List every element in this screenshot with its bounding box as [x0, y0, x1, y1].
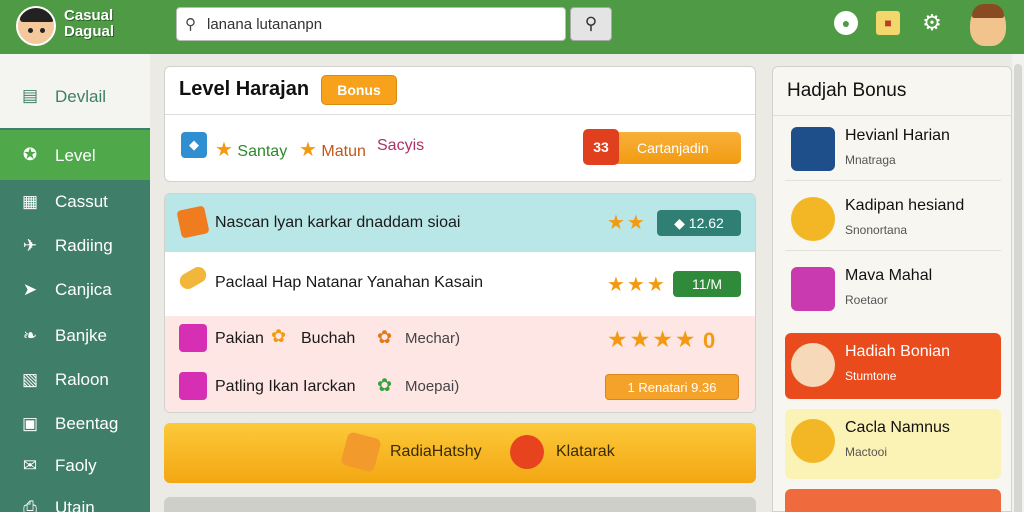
bag-icon: ▣	[21, 414, 39, 433]
gift-box-icon	[179, 372, 207, 400]
list-item[interactable]: Patling Ikan Iarckan ✿ Moepai) 1 Renatar…	[165, 364, 755, 412]
level-panel: Level Harajan Bonus ◆ ★ Santay ★ Matun S…	[164, 66, 756, 182]
chart-icon: ▦	[21, 192, 39, 211]
tag-santay[interactable]: ★ Santay	[215, 137, 287, 162]
sidebar-item-raloon[interactable]: ▧ Raloon	[0, 358, 150, 402]
star-badge-icon: ✪	[22, 145, 38, 164]
reward-item-highlight[interactable]: Hadiah Bonian Stumtone	[785, 333, 1001, 399]
clover-icon: ✿	[377, 375, 393, 395]
search-box: ⚲	[176, 7, 566, 41]
score-value: 0	[703, 328, 716, 353]
logo-avatar-icon[interactable]	[16, 6, 56, 46]
sidebar-item-devlail[interactable]: ▤ Devlail	[0, 54, 150, 128]
gear-icon[interactable]: ⚙	[920, 11, 944, 35]
rating-stars: ★★★	[607, 274, 667, 296]
top-bar: Casual Dagual ⚲ ⚲ ● ■ ⚙	[0, 0, 1024, 54]
scrollbar-thumb[interactable]	[1014, 64, 1022, 512]
search-icon: ⚲	[185, 16, 196, 33]
plane-icon: ✈	[22, 236, 38, 255]
star-icon: ★	[215, 139, 233, 161]
sidebar: ▤ Devlail ✪ Level ▦ Cassut ✈ Radiing ➤ C…	[0, 54, 150, 512]
scrollbar[interactable]	[1012, 54, 1024, 512]
search-button[interactable]: ⚲	[570, 7, 612, 41]
divider	[165, 114, 755, 115]
magnifier-icon: ⚲	[584, 14, 598, 33]
sidebar-item-faoly[interactable]: ✉ Faoly	[0, 444, 150, 488]
cta-icon: 33	[583, 129, 619, 165]
reward-item[interactable]: Cacla Namnus Mactooi	[785, 409, 1001, 479]
bonus-button[interactable]: Bonus	[321, 75, 397, 105]
coin-stack-icon	[510, 435, 544, 469]
calendar-icon	[791, 127, 835, 171]
klatarak-button[interactable]: Klatarak	[556, 443, 615, 461]
sidebar-item-utain[interactable]: ⎙ Utain	[0, 486, 150, 512]
gift-box-icon	[791, 267, 835, 311]
value-pill: ◆ 12.62	[657, 210, 741, 236]
bonus-panel: Hadjah Bonus Hevianl Harian Mnatraga Kad…	[772, 66, 1013, 512]
reward-item[interactable]: Hevianl Harian Mnatraga	[785, 117, 1001, 181]
book-icon: ▤	[21, 86, 39, 105]
list-item[interactable]: Pakian ✿ Buchah ✿ Mechar) ★★★★ 0	[165, 316, 755, 364]
mail-icon: ✉	[22, 456, 38, 475]
character-icon	[791, 343, 835, 387]
coin-stack-icon	[791, 197, 835, 241]
tag-matun[interactable]: ★ Matun	[299, 137, 366, 162]
user-avatar[interactable]	[970, 4, 1006, 46]
star-icon: ★	[299, 139, 317, 161]
coin-stack-icon	[791, 419, 835, 463]
list-item[interactable]: Paclaal Hap Natanar Yanahan Kasain ★★★ 1…	[165, 252, 755, 316]
printer-icon: ⎙	[23, 498, 37, 512]
value-pill: 11/M	[673, 271, 741, 297]
list-item[interactable]: Nascan lyan karkar dnaddam sioai ★★ ◆ 12…	[165, 194, 755, 252]
notification-icon[interactable]: ●	[834, 11, 858, 35]
reward-item[interactable]: Kadipan hesiand Snonortana	[785, 187, 1001, 251]
app-logo-text[interactable]: Casual Dagual	[64, 8, 144, 40]
rocket-icon: ➤	[22, 280, 38, 299]
bottom-panel	[164, 497, 756, 512]
reward-pill[interactable]: 1 Renatari 9.36	[605, 374, 739, 400]
leaf-icon: ❧	[22, 326, 38, 345]
flower-icon: ✿	[377, 327, 393, 347]
sidebar-item-beentag[interactable]: ▣ Beentag	[0, 402, 150, 446]
rating-stars: ★★★★	[607, 326, 698, 352]
sidebar-item-cassut[interactable]: ▦ Cassut	[0, 180, 150, 224]
message-icon[interactable]: ■	[876, 11, 900, 35]
quest-list-panel: Nascan lyan karkar dnaddam sioai ★★ ◆ 12…	[164, 193, 756, 413]
bread-icon	[176, 264, 210, 292]
rating-stars: ★★	[607, 212, 647, 234]
cartanjadin-button[interactable]: 33 Cartanjadin	[583, 129, 741, 165]
radiahatshy-button[interactable]: RadiaHatshy	[390, 443, 482, 461]
reward-item[interactable]: Mava Mahal Roetaor	[785, 257, 1001, 321]
map-icon: ▧	[21, 370, 39, 389]
reward-item-partial[interactable]	[785, 489, 1001, 512]
bow-icon: ✿	[271, 326, 287, 346]
search-input[interactable]	[207, 13, 557, 35]
level-panel-title: Level Harajan	[179, 78, 310, 100]
cube-icon: ◆	[181, 132, 207, 158]
bonus-panel-title: Hadjah Bonus	[787, 80, 907, 101]
action-bar: RadiaHatshy Klatarak	[164, 423, 756, 483]
tag-sacyis[interactable]: Sacyis	[377, 137, 424, 155]
sidebar-item-radiing[interactable]: ✈ Radiing	[0, 224, 150, 268]
divider	[773, 115, 1013, 116]
gift-box-icon	[179, 324, 207, 352]
sidebar-item-canjica[interactable]: ➤ Canjica	[0, 268, 150, 312]
sidebar-item-level[interactable]: ✪ Level	[0, 130, 150, 180]
sidebar-item-banjke[interactable]: ❧ Banjke	[0, 314, 150, 358]
cup-icon	[340, 431, 382, 473]
card-icon	[176, 205, 210, 239]
